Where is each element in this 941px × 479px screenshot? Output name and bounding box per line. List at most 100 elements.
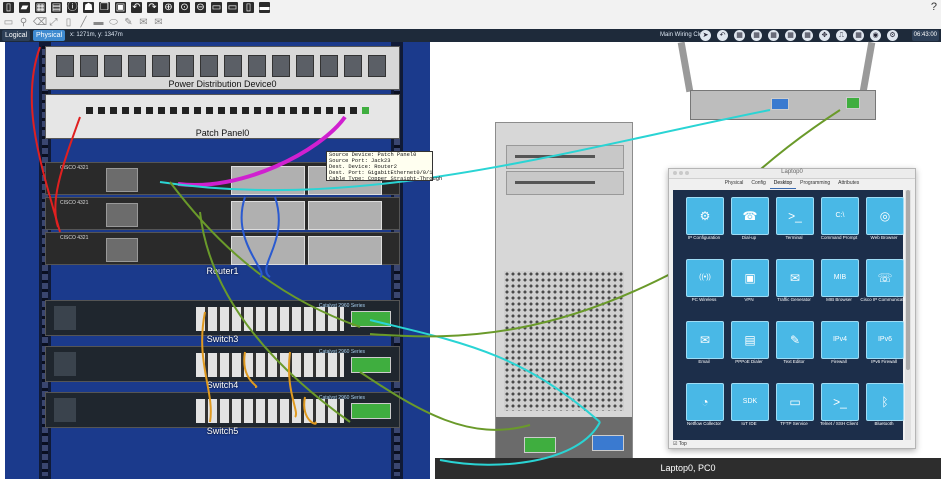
undo-icon[interactable]: ↶: [131, 2, 142, 13]
zoom-out-icon[interactable]: ⊖: [195, 2, 206, 13]
paste-icon[interactable]: ▣: [115, 2, 126, 13]
app-ipv6-firewall[interactable]: IPv6 IPv6 Firewall: [857, 318, 911, 378]
laptop-config-dialog[interactable]: Laptop0 Physical Config Desktop Programming…: [668, 168, 916, 449]
tab-config[interactable]: Config: [747, 179, 769, 188]
command-prompt-icon: C:\: [821, 197, 859, 235]
web-browser-icon: ◎: [866, 197, 904, 235]
tab-attributes[interactable]: Attributes: [834, 179, 863, 188]
cable-blue: [240, 196, 263, 278]
building-icon[interactable]: ▦: [751, 30, 762, 41]
tab-programming[interactable]: Programming: [796, 179, 834, 188]
tooltip-line: Cable Type: Copper Straight-Through: [329, 176, 443, 182]
cable-green: [369, 269, 679, 338]
copy-icon[interactable]: ❐: [99, 2, 110, 13]
logical-mode-button[interactable]: Logical: [2, 30, 31, 41]
cable-orange: [303, 396, 317, 425]
city-icon[interactable]: ▦: [734, 30, 745, 41]
navigation-icon[interactable]: ➤: [700, 30, 711, 41]
drawing-toolbar: ▭ ⚲ ⌫ ⤢ ▯ ╱ ▬ ⬭ ✎ ✉ ✉: [0, 15, 941, 30]
cable-orange: [243, 351, 258, 388]
text-editor-icon: ✎: [776, 321, 814, 359]
app-web-browser[interactable]: ◎ Web Browser: [857, 194, 911, 254]
cable-icon[interactable]: ⎍: [836, 30, 847, 41]
help-icon[interactable]: ?: [931, 1, 937, 13]
physical-workspace[interactable]: Power Distribution Device0 Patch Panel0 …: [0, 41, 941, 479]
inspect-icon[interactable]: ⚲: [18, 17, 29, 28]
pc-wireless-icon: ((•)): [686, 259, 724, 297]
delete-icon[interactable]: ⌫: [33, 17, 47, 28]
physical-mode-button[interactable]: Physical: [33, 30, 66, 41]
rectangle-icon[interactable]: ▬: [93, 17, 104, 28]
ipv6-firewall-icon: IPv6: [866, 321, 904, 359]
dialog-title: Laptop0: [669, 169, 915, 179]
cable-green: [359, 371, 531, 431]
iot-ide-icon: SDK: [731, 383, 769, 421]
top-checkbox-label: Top: [678, 441, 687, 447]
bluetooth-icon: ᛒ: [866, 383, 904, 421]
app-label: Cisco IP Communicator: [860, 297, 908, 302]
add-complex-pdu-icon[interactable]: ✉: [153, 17, 164, 28]
cable-magenta: [177, 115, 347, 187]
scrollbar-thumb[interactable]: [906, 190, 910, 370]
zoom-reset-icon[interactable]: ⊙: [179, 2, 190, 13]
firewall-icon: IPv4: [821, 321, 859, 359]
app-ip-communicator[interactable]: ☏ Cisco IP Communicator: [857, 256, 911, 316]
save-icon[interactable]: ▦: [35, 2, 46, 13]
maximize-icon[interactable]: [685, 171, 689, 175]
mode-bar: Logical Physical x: 1271m, y: 1347m Main…: [0, 29, 941, 42]
pppoe-dialer-icon: ▤: [731, 321, 769, 359]
user-profile-icon[interactable]: ☗: [83, 2, 94, 13]
telnet-ssh-icon: >_: [821, 383, 859, 421]
clock: 06:43:00: [911, 30, 939, 41]
netflow-collector-icon: ◔: [686, 383, 724, 421]
print-icon[interactable]: ▤: [51, 2, 62, 13]
tab-physical[interactable]: Physical: [721, 179, 748, 188]
line-icon[interactable]: ╱: [78, 17, 89, 28]
top-checkbox[interactable]: ☑ Top: [673, 441, 687, 447]
notes-icon[interactable]: ▯: [243, 2, 254, 13]
main-toolbar: ▯ ▰ ▦ ▤ ⓘ ☗ ❐ ▣ ↶ ↷ ⊕ ⊙ ⊖ ▭ ▭ ▯ ▬: [0, 0, 941, 16]
cable-green: [169, 181, 361, 328]
dial-up-icon: ☎: [731, 197, 769, 235]
traffic-generator-icon: ✉: [776, 259, 814, 297]
add-pdu-icon[interactable]: ✉: [138, 17, 149, 28]
resize-icon[interactable]: ⤢: [48, 17, 59, 28]
layers-icon[interactable]: ▬: [259, 2, 270, 13]
ellipse-icon[interactable]: ⬭: [108, 17, 119, 28]
window-icon[interactable]: ▭: [227, 2, 238, 13]
redo-icon[interactable]: ↷: [147, 2, 158, 13]
freeform-icon[interactable]: ✎: [123, 17, 134, 28]
minimize-icon[interactable]: [679, 171, 683, 175]
notes-icon[interactable]: ▯: [63, 17, 74, 28]
info-icon[interactable]: ⓘ: [67, 2, 78, 13]
select-icon[interactable]: ▭: [3, 17, 14, 28]
wireless-icon[interactable]: ◉: [870, 30, 881, 41]
zoom-in-icon[interactable]: ⊕: [163, 2, 174, 13]
cable-orange: [201, 311, 212, 423]
vpn-icon: ▣: [731, 259, 769, 297]
app-label: Web Browser: [870, 235, 898, 240]
close-icon[interactable]: [673, 171, 677, 175]
closet-icon[interactable]: ▦: [768, 30, 779, 41]
coordinates-readout: x: 1271m, y: 1347m: [70, 32, 123, 38]
new-file-icon[interactable]: ▯: [3, 2, 14, 13]
palette-icon[interactable]: ▭: [211, 2, 222, 13]
app-label: Bluetooth: [874, 421, 894, 426]
cable-tooltip: Source Device: Patch Panel0 Source Port:…: [326, 151, 442, 182]
mib-browser-icon: MIB: [821, 259, 859, 297]
move-icon[interactable]: ✥: [819, 30, 830, 41]
dialog-title-text: Laptop0: [781, 169, 803, 175]
back-icon[interactable]: ↶: [717, 30, 728, 41]
open-icon[interactable]: ▰: [19, 2, 30, 13]
table-icon[interactable]: ▦: [802, 30, 813, 41]
rack-icon[interactable]: ▦: [785, 30, 796, 41]
app-bluetooth[interactable]: ᛒ Bluetooth: [857, 380, 911, 440]
settings-icon[interactable]: ⚙: [887, 30, 898, 41]
grid-icon[interactable]: ▦: [853, 30, 864, 41]
desktop-panel: ⚙ IP Configuration ☎ Dial-up >_ Terminal C:\ Co…: [673, 190, 908, 440]
terminal-icon: >_: [776, 197, 814, 235]
dialog-tabs: Physical Config Desktop Programming Attribut…: [669, 179, 915, 189]
dialog-scrollbar[interactable]: [905, 190, 911, 440]
tab-desktop[interactable]: Desktop: [769, 179, 797, 189]
cable-orange: [288, 351, 297, 418]
